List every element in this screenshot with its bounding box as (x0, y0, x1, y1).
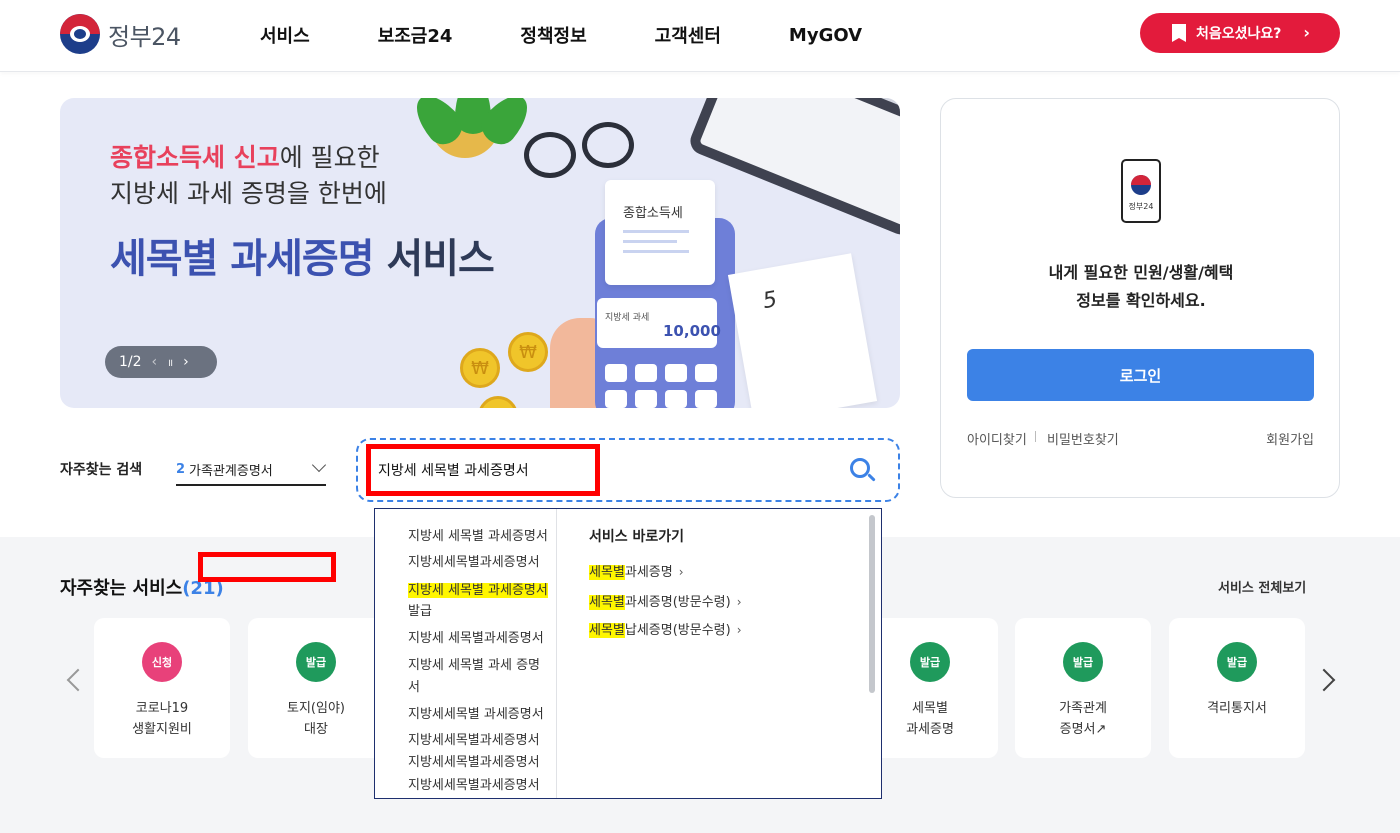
suggestion-item[interactable]: 지방세 세목별 과세증명서 (408, 525, 548, 549)
chevron-right-icon: › (1303, 23, 1310, 42)
chevron-down-icon (311, 457, 327, 473)
quick-links-heading: 서비스 바로가기 (589, 529, 685, 545)
login-card: 정부24 내게 필요한 민원/생활/혜택 정보를 확인하세요. 로그인 아이디찾… (940, 98, 1340, 498)
main-nav: 서비스 보조금24 정책정보 고객센터 MyGOV (260, 0, 930, 70)
apply-badge: 신청 (142, 642, 182, 682)
service-card-covid-support[interactable]: 신청 코로나19 생활지원비 (94, 618, 230, 758)
suggestion-item-continued[interactable]: 서 (408, 676, 420, 700)
nav-item-services[interactable]: 서비스 (260, 22, 310, 48)
annotation-highlight-box (198, 552, 336, 582)
coin-icon: ₩ (460, 348, 500, 388)
calendar-illustration: 5 (727, 253, 878, 408)
banner-headline-1: 종합소득세 신고에 필요한 (110, 143, 380, 172)
chevron-left-icon[interactable]: ‹ (152, 354, 158, 370)
suggestion-item[interactable]: 지방세세목별과세증명서 (408, 774, 540, 798)
screen-label: 지방세 과세 (605, 313, 650, 323)
issue-badge: 발급 (296, 642, 336, 682)
coin-icon: ₩ (508, 332, 548, 372)
login-button[interactable]: 로그인 (967, 349, 1314, 401)
search-icon[interactable] (850, 458, 876, 484)
service-card-label: 격리통지서 (1207, 701, 1267, 716)
receipt-title: 종합소득세 (623, 206, 683, 221)
site-logo[interactable]: 정부24 (60, 14, 181, 54)
nav-item-policy-info[interactable]: 정책정보 (520, 22, 586, 48)
quick-link-tax-payment-visit[interactable]: 세목별납세증명(방문수령) › (589, 619, 742, 638)
pause-icon[interactable]: ॥ (167, 355, 173, 369)
service-card-label: 가족관계 증명서↗ (1059, 701, 1107, 737)
suggestion-item-continued[interactable]: 발급 (408, 600, 432, 624)
service-card-label: 토지(임야) 대장 (287, 701, 345, 737)
banner-headline-2: 지방세 과세 증명을 한번에 (110, 179, 387, 208)
signup-link[interactable]: 회원가입 (1266, 429, 1314, 448)
service-card-family-certificate[interactable]: 발급 가족관계 증명서↗ (1015, 618, 1151, 758)
suggestion-item[interactable]: 지방세세목별과세증명서 (408, 551, 540, 575)
pager-count: 1/2 (119, 354, 142, 370)
frequent-search-select[interactable]: 2 가족관계증명서 (176, 454, 327, 486)
issue-badge: 발급 (1217, 642, 1257, 682)
calendar-day: 5 (760, 287, 780, 315)
search-autocomplete-dropdown: 지방세 세목별 과세증명서 지방세세목별과세증명서 지방세 세목별 과세증명서 … (374, 508, 882, 799)
first-visit-label: 처음오셨나요? (1196, 26, 1282, 42)
service-card-quarantine-notice[interactable]: 발급 격리통지서 (1169, 618, 1305, 758)
nav-item-subsidy24[interactable]: 보조금24 (378, 22, 453, 48)
service-card-tax-certificate[interactable]: 발급 세목별 과세증명 (862, 618, 998, 758)
logo-text: 정부24 (108, 22, 181, 51)
find-id-link[interactable]: 아이디찾기 (967, 429, 1027, 448)
find-password-link[interactable]: 비밀번호찾기 (1047, 429, 1119, 448)
quick-links-panel: 서비스 바로가기 세목별과세증명 › 세목별과세증명(방문수령) › 세목별납세증명… (557, 509, 867, 798)
chevron-right-icon: › (736, 595, 742, 609)
suggestion-item[interactable]: 지방세 세목별 과세 증명 (408, 654, 540, 678)
frequent-search-value: 가족관계증명서 (189, 463, 273, 479)
glasses-illustration (520, 118, 640, 188)
service-card-label: 코로나19 생활지원비 (132, 701, 192, 737)
frequent-search-label: 자주찾는 검색 (60, 462, 143, 478)
dropdown-scrollbar[interactable] (867, 513, 877, 795)
chevron-right-icon[interactable]: › (183, 354, 189, 370)
issue-badge: 발급 (910, 642, 950, 682)
bookmark-icon (1172, 24, 1186, 42)
nav-item-mygov[interactable]: MyGOV (789, 25, 862, 46)
view-all-services-link[interactable]: 서비스 전체보기 (1218, 577, 1306, 596)
scrollbar-thumb[interactable] (869, 515, 875, 693)
receipt-illustration: 종합소득세 (605, 180, 715, 285)
promo-banner[interactable]: 종합소득세 지방세 과세 10,000 5 ₩ ₩ ₩ 종합소득세 신고에 필요… (60, 98, 900, 408)
quick-link-tax-certificate[interactable]: 세목별과세증명 › (589, 561, 684, 580)
first-visit-button[interactable]: 처음오셨나요? › (1140, 13, 1340, 53)
banner-pager: 1/2 ‹ ॥ › (105, 346, 217, 378)
suggestion-item[interactable]: 지방세세목별 과세증명서 (408, 703, 544, 727)
service-card-land-register[interactable]: 발급 토지(임야) 대장 (248, 618, 384, 758)
divider (1035, 431, 1036, 442)
frequent-search-rank: 2 (176, 461, 186, 477)
chevron-right-icon: › (678, 565, 684, 579)
suggestion-list: 지방세 세목별 과세증명서 지방세세목별과세증명서 지방세 세목별 과세증명서 … (375, 509, 557, 798)
issue-badge: 발급 (1063, 642, 1103, 682)
screen-value: 10,000 (663, 322, 721, 340)
calculator-screen: 지방세 과세 10,000 (597, 298, 721, 348)
mobile-id-icon: 정부24 (1121, 159, 1161, 223)
quick-link-tax-certificate-visit[interactable]: 세목별과세증명(방문수령) › (589, 591, 742, 610)
site-header: 정부24 서비스 보조금24 정책정보 고객센터 MyGOV 처음오셨나요? › (0, 0, 1400, 72)
service-card-label: 세목별 과세증명 (906, 701, 954, 737)
chevron-right-icon: › (736, 623, 742, 637)
banner-title: 세목별 과세증명 서비스 (110, 236, 495, 282)
coin-icon: ₩ (478, 396, 518, 408)
suggestion-item[interactable]: 지방세 세목별과세증명서 (408, 627, 544, 651)
nav-item-customer-center[interactable]: 고객센터 (655, 22, 721, 48)
login-message: 내게 필요한 민원/생활/혜택 정보를 확인하세요. (1048, 263, 1234, 310)
suggestion-item[interactable]: 지방세세목별과세증명서 (408, 751, 540, 775)
suggestion-item[interactable]: 지방세세목별과세증명서 (408, 729, 540, 753)
search-input[interactable] (368, 448, 748, 492)
search-box (356, 438, 900, 502)
taegeuk-logo-icon (60, 14, 100, 54)
